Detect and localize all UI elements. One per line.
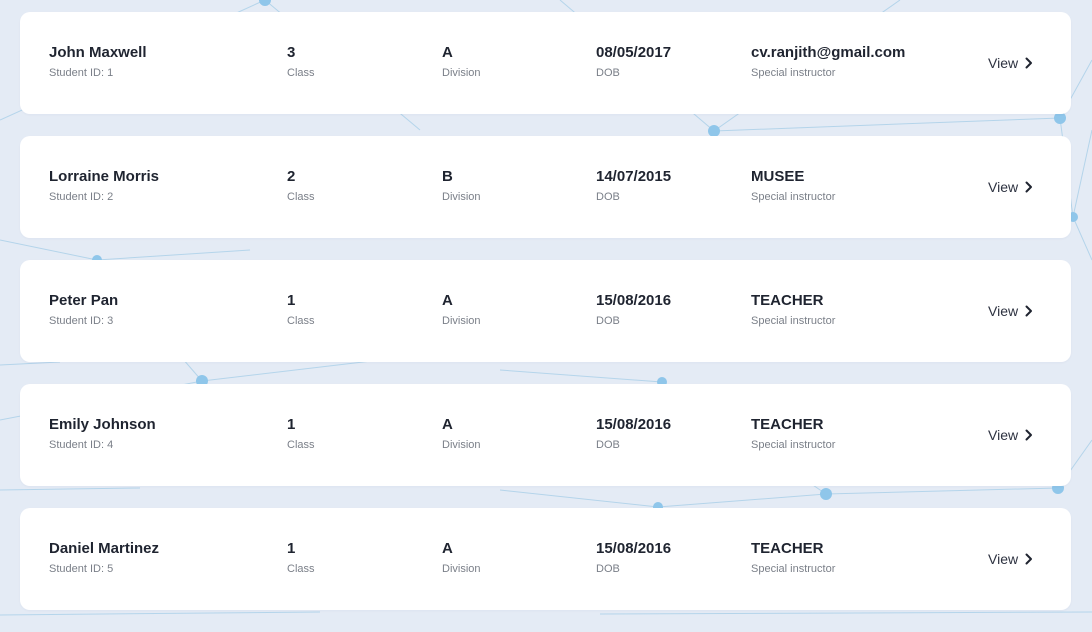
dob-cell: 15/08/2016 DOB	[596, 416, 671, 452]
instructor-value: MUSEE	[751, 168, 805, 185]
dob-cell: 08/05/2017 DOB	[596, 44, 671, 80]
instructor-cell: MUSEE Special instructor	[751, 168, 835, 204]
class-value: 3	[287, 44, 296, 61]
instructor-value: TEACHER	[751, 416, 824, 433]
division-value: A	[442, 416, 453, 433]
student-name: Peter Pan	[49, 292, 119, 309]
class-cell: 1 Class	[287, 416, 315, 452]
division-label: Division	[442, 67, 481, 79]
instructor-label: Special instructor	[751, 439, 836, 451]
instructor-cell: TEACHER Special instructor	[751, 292, 835, 328]
view-label: View	[988, 427, 1019, 443]
student-name-cell: Lorraine Morris Student ID: 2	[49, 168, 159, 204]
class-value: 2	[287, 168, 296, 185]
view-label: View	[988, 55, 1019, 71]
student-id: Student ID: 3	[49, 315, 114, 327]
student-card: Emily Johnson Student ID: 4 1 Class A Di…	[20, 384, 1071, 486]
dob-label: DOB	[596, 563, 620, 575]
chevron-right-icon	[1025, 57, 1033, 69]
student-id: Student ID: 1	[49, 67, 114, 79]
chevron-right-icon	[1025, 181, 1033, 193]
class-cell: 3 Class	[287, 44, 315, 80]
class-label: Class	[287, 67, 315, 79]
division-cell: A Division	[442, 44, 481, 80]
chevron-right-icon	[1025, 553, 1033, 565]
student-name: Daniel Martinez	[49, 540, 160, 557]
dob-label: DOB	[596, 439, 620, 451]
dob-label: DOB	[596, 315, 620, 327]
division-cell: A Division	[442, 540, 481, 576]
view-label: View	[988, 551, 1019, 567]
view-button[interactable]: View	[988, 52, 1033, 74]
instructor-value: cv.ranjith@gmail.com	[751, 44, 906, 61]
student-list: John Maxwell Student ID: 1 3 Class A Div…	[20, 12, 1071, 632]
student-card: Daniel Martinez Student ID: 5 1 Class A …	[20, 508, 1071, 610]
student-name: Emily Johnson	[49, 416, 156, 433]
student-name-cell: Peter Pan Student ID: 3	[49, 292, 118, 328]
student-name: John Maxwell	[49, 44, 147, 61]
student-card: John Maxwell Student ID: 1 3 Class A Div…	[20, 12, 1071, 114]
division-value: B	[442, 168, 453, 185]
class-value: 1	[287, 292, 296, 309]
class-value: 1	[287, 416, 296, 433]
student-id: Student ID: 4	[49, 439, 114, 451]
chevron-right-icon	[1025, 305, 1033, 317]
instructor-cell: TEACHER Special instructor	[751, 416, 835, 452]
instructor-value: TEACHER	[751, 292, 824, 309]
class-label: Class	[287, 191, 315, 203]
student-card: Lorraine Morris Student ID: 2 2 Class B …	[20, 136, 1071, 238]
instructor-label: Special instructor	[751, 563, 836, 575]
dob-value: 14/07/2015	[596, 168, 672, 185]
student-id: Student ID: 2	[49, 191, 114, 203]
dob-cell: 15/08/2016 DOB	[596, 292, 671, 328]
view-button[interactable]: View	[988, 176, 1033, 198]
class-cell: 2 Class	[287, 168, 315, 204]
instructor-cell: TEACHER Special instructor	[751, 540, 835, 576]
view-button[interactable]: View	[988, 424, 1033, 446]
class-label: Class	[287, 315, 315, 327]
instructor-cell: cv.ranjith@gmail.com Special instructor	[751, 44, 905, 80]
class-label: Class	[287, 563, 315, 575]
division-value: A	[442, 540, 453, 557]
student-name-cell: Emily Johnson Student ID: 4	[49, 416, 156, 452]
view-label: View	[988, 303, 1019, 319]
dob-value: 08/05/2017	[596, 44, 672, 61]
class-label: Class	[287, 439, 315, 451]
student-name: Lorraine Morris	[49, 168, 160, 185]
chevron-right-icon	[1025, 429, 1033, 441]
student-name-cell: John Maxwell Student ID: 1	[49, 44, 147, 80]
division-cell: B Division	[442, 168, 481, 204]
instructor-label: Special instructor	[751, 315, 836, 327]
instructor-value: TEACHER	[751, 540, 824, 557]
instructor-label: Special instructor	[751, 191, 836, 203]
division-value: A	[442, 292, 453, 309]
division-label: Division	[442, 439, 481, 451]
dob-value: 15/08/2016	[596, 416, 672, 433]
class-cell: 1 Class	[287, 540, 315, 576]
dob-value: 15/08/2016	[596, 292, 672, 309]
dob-cell: 14/07/2015 DOB	[596, 168, 671, 204]
division-cell: A Division	[442, 292, 481, 328]
student-id: Student ID: 5	[49, 563, 114, 575]
dob-label: DOB	[596, 191, 620, 203]
dob-value: 15/08/2016	[596, 540, 672, 557]
instructor-label: Special instructor	[751, 67, 836, 79]
student-card: Peter Pan Student ID: 3 1 Class A Divisi…	[20, 260, 1071, 362]
student-name-cell: Daniel Martinez Student ID: 5	[49, 540, 159, 576]
view-label: View	[988, 179, 1019, 195]
view-button[interactable]: View	[988, 548, 1033, 570]
division-label: Division	[442, 563, 481, 575]
division-cell: A Division	[442, 416, 481, 452]
division-label: Division	[442, 191, 481, 203]
dob-label: DOB	[596, 67, 620, 79]
class-value: 1	[287, 540, 296, 557]
class-cell: 1 Class	[287, 292, 315, 328]
division-value: A	[442, 44, 453, 61]
division-label: Division	[442, 315, 481, 327]
dob-cell: 15/08/2016 DOB	[596, 540, 671, 576]
view-button[interactable]: View	[988, 300, 1033, 322]
